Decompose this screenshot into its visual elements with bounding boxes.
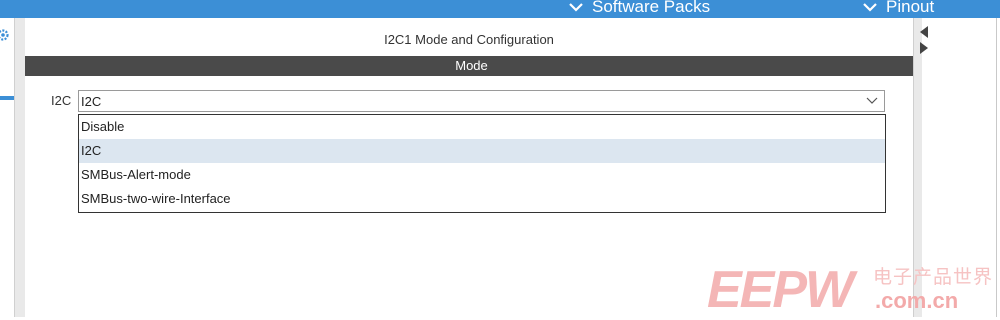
- i2c-mode-select[interactable]: I2C: [78, 90, 885, 112]
- collapse-left-icon[interactable]: [920, 26, 928, 38]
- gear-icon[interactable]: [0, 28, 10, 42]
- active-indicator: [0, 96, 14, 100]
- dropdown-option-smbus-two-wire-interface[interactable]: SMBus-two-wire-Interface: [79, 187, 885, 211]
- pinout-menu[interactable]: Pinout: [862, 0, 934, 17]
- i2c-field-label: I2C: [51, 93, 72, 108]
- chevron-down-icon: [866, 97, 878, 104]
- left-side-panel: [0, 18, 14, 317]
- software-packs-menu[interactable]: Software Packs: [568, 0, 710, 17]
- software-packs-label: Software Packs: [592, 0, 711, 16]
- watermark-logo: EEPW: [707, 261, 854, 319]
- top-toolbar: Software Packs Pinout: [0, 0, 1000, 18]
- select-value: I2C: [81, 94, 102, 109]
- eepw-watermark: EEPW 电子产品世界 .com.cn: [707, 250, 1000, 319]
- mode-section-header: Mode: [25, 56, 918, 76]
- chevron-down-icon: [863, 3, 877, 12]
- watermark-chinese-text: 电子产品世界: [873, 267, 994, 288]
- pinout-label: Pinout: [886, 0, 935, 16]
- collapse-right-icon[interactable]: [920, 42, 928, 54]
- panel-title: I2C1 Mode and Configuration: [384, 32, 554, 47]
- dropdown-option-smbus-alert-mode[interactable]: SMBus-Alert-mode: [79, 163, 885, 187]
- i2c-mode-dropdown-list: Disable I2C SMBus-Alert-mode SMBus-two-w…: [78, 114, 886, 213]
- dropdown-option-i2c[interactable]: I2C: [79, 139, 885, 163]
- watermark-domain: .com.cn: [875, 288, 959, 313]
- dropdown-option-disable[interactable]: Disable: [79, 115, 885, 139]
- chevron-down-icon: [569, 3, 583, 12]
